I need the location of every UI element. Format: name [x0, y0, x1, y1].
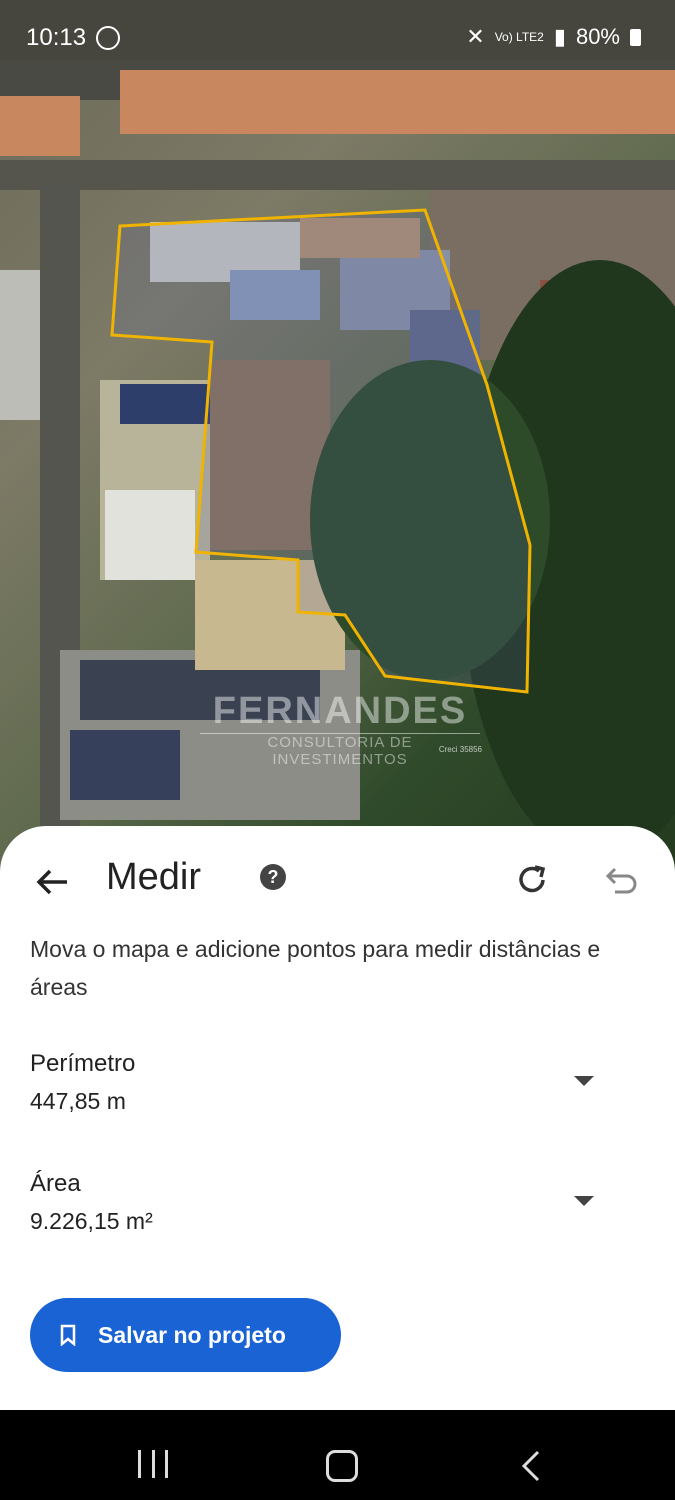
- status-indicators: ✕ Vo) LTE2 ▮ 80%: [466, 24, 641, 50]
- watermark-creci: Creci 35856: [438, 745, 482, 754]
- refresh-button[interactable]: [512, 860, 552, 900]
- undo-icon: [605, 867, 637, 894]
- refresh-icon: [519, 865, 546, 893]
- status-time: 10:13: [26, 24, 87, 51]
- mute-icon: ✕: [466, 24, 485, 49]
- battery-percent: 80%: [575, 24, 620, 49]
- battery-icon: [630, 28, 641, 46]
- undo-button[interactable]: [602, 860, 642, 900]
- instructions-text: Mova o mapa e adicione pontos para medir…: [30, 936, 601, 1000]
- perimeter-unit-dropdown-icon[interactable]: [574, 1076, 594, 1086]
- network-indicator: Vo) LTE2: [494, 30, 544, 44]
- area-unit-dropdown-icon[interactable]: [574, 1196, 594, 1206]
- perimeter-value: 447,85 m: [30, 1088, 126, 1114]
- measure-panel: Medir ? Mova o mapa e adicione pontos pa…: [0, 826, 675, 1410]
- nav-back-icon[interactable]: [520, 1450, 542, 1482]
- bookmark-icon: [60, 1324, 76, 1346]
- save-button-label: Salvar no projeto: [98, 1321, 286, 1348]
- page-title: Medir: [106, 856, 202, 898]
- save-to-project-button[interactable]: Salvar no projeto: [30, 1298, 341, 1372]
- system-nav-bar: [0, 1410, 675, 1500]
- signal-icon: ▮: [553, 24, 566, 49]
- area-value: 9.226,15 m²: [30, 1208, 153, 1234]
- back-button[interactable]: [32, 862, 72, 902]
- recent-apps-icon[interactable]: [138, 1450, 168, 1478]
- status-bar: 10:13 ✕ Vo) LTE2 ▮ 80%: [0, 0, 675, 76]
- arrow-left-icon: [36, 869, 67, 895]
- perimeter-label: Perímetro: [30, 1050, 136, 1077]
- watermark-brand: FERNANDES: [212, 690, 468, 732]
- watermark: FERNANDES CONSULTORIA DE INVESTIMENTOS C…: [200, 690, 482, 768]
- area-label: Área: [30, 1170, 81, 1197]
- whatsapp-icon: [96, 26, 120, 50]
- help-icon[interactable]: ?: [260, 864, 286, 890]
- satellite-map[interactable]: 10:13 ✕ Vo) LTE2 ▮ 80% FERNANDES CONSULT…: [0, 0, 675, 900]
- home-icon[interactable]: [326, 1450, 358, 1482]
